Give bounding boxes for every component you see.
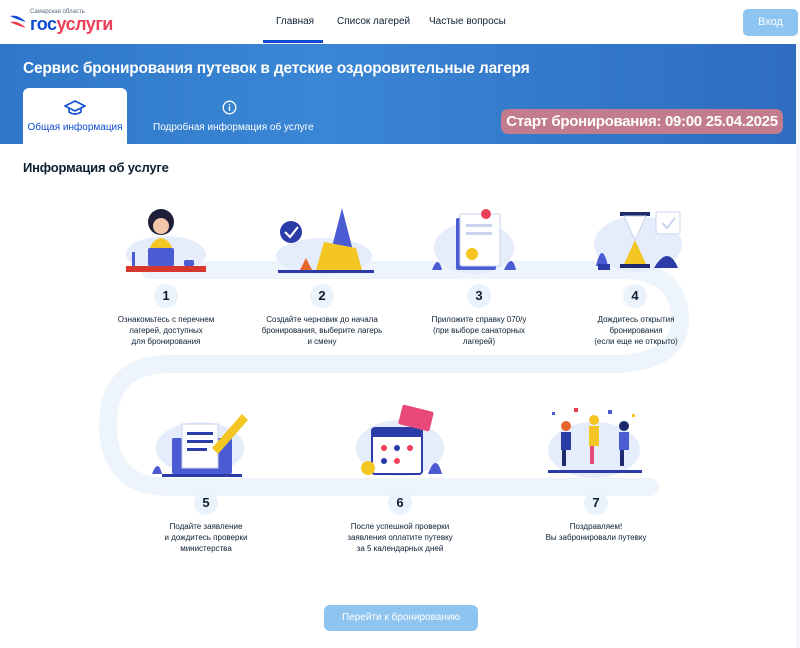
step-description: Ознакомьтесь с перечнем лагерей, доступн…	[117, 315, 215, 346]
scrollbar-track[interactable]	[796, 44, 800, 648]
step-number: 4	[623, 284, 647, 308]
step-description: После успешной проверки заявления оплати…	[347, 522, 453, 553]
hourglass-calendar-illustration	[594, 211, 682, 272]
camp-tent-illustration	[276, 208, 374, 274]
step-number: 7	[584, 491, 608, 515]
step-description: Подайте заявление и дождитесь проверки м…	[164, 522, 248, 553]
step-number: 3	[467, 284, 491, 308]
celebrating-people-illustration	[548, 408, 642, 478]
step-number: 6	[388, 491, 412, 515]
go-to-booking-button[interactable]: Перейти к бронированию	[324, 605, 478, 631]
girl-laptop-illustration	[126, 209, 206, 272]
calendar-payment-illustration	[356, 404, 444, 476]
step-description: Создайте черновик до начала бронирования…	[261, 315, 383, 346]
step-description: Приложите справку 070/у (при выборе сана…	[431, 315, 527, 346]
step-number: 1	[154, 284, 178, 308]
step-description: Дождитесь открытия бронирования (если ещ…	[594, 315, 678, 346]
step-number: 5	[194, 491, 218, 515]
step-description: Поздравляем! Вы забронировали путевку	[545, 522, 647, 542]
step-number: 2	[310, 284, 334, 308]
certificate-document-illustration	[432, 209, 516, 274]
monitor-document-illustration	[152, 414, 248, 477]
